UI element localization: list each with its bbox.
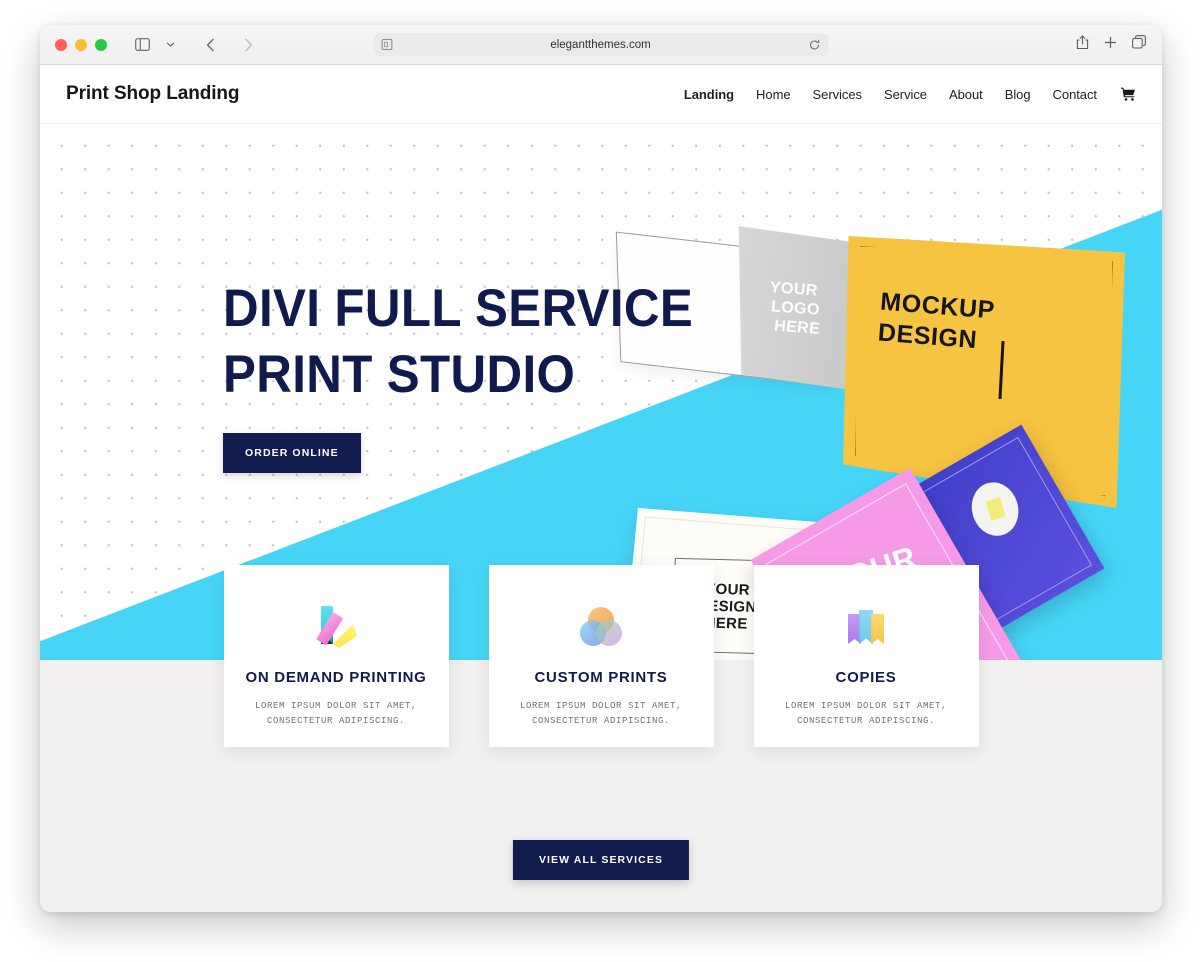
tabs-icon[interactable] bbox=[1132, 35, 1146, 54]
maximize-window-button[interactable] bbox=[95, 38, 107, 51]
sidebar-icon[interactable] bbox=[129, 33, 155, 57]
nav-item-services[interactable]: Services bbox=[813, 87, 863, 102]
plus-icon[interactable] bbox=[1104, 36, 1117, 54]
nav-item-home[interactable]: Home bbox=[756, 87, 791, 102]
page-title: DIVI FULL SERVICE PRINT STUDIO bbox=[223, 279, 694, 404]
address-bar[interactable]: elegantthemes.com bbox=[373, 33, 829, 56]
share-icon[interactable] bbox=[1076, 34, 1089, 55]
nav-item-about[interactable]: About bbox=[949, 87, 983, 102]
yellow-card-label: MOCKUP DESIGN bbox=[876, 287, 996, 355]
url-text: elegantthemes.com bbox=[550, 38, 651, 51]
reader-icon bbox=[381, 39, 393, 50]
service-card-on-demand-printing[interactable]: ON DEMAND PRINTING LOREM IPSUM DOLOR SIT… bbox=[223, 565, 449, 747]
traffic-lights bbox=[55, 38, 107, 51]
nav-item-service[interactable]: Service bbox=[884, 87, 927, 102]
website-viewport: Print Shop Landing Landing Home Services… bbox=[40, 65, 1162, 912]
nav-item-contact[interactable]: Contact bbox=[1053, 87, 1098, 102]
toolbar-actions bbox=[1076, 34, 1146, 55]
overlapping-circles-icon bbox=[576, 599, 626, 655]
grey-card-label: YOUR LOGO HERE bbox=[768, 278, 821, 338]
services-section: ON DEMAND PRINTING LOREM IPSUM DOLOR SIT… bbox=[40, 565, 1162, 912]
nav-item-blog[interactable]: Blog bbox=[1005, 87, 1031, 102]
minimize-window-button[interactable] bbox=[75, 38, 87, 51]
browser-toolbar: elegantthemes.com bbox=[40, 25, 1162, 65]
hero-content: DIVI FULL SERVICE PRINT STUDIO ORDER ONL… bbox=[223, 276, 729, 473]
service-title: COPIES bbox=[835, 669, 897, 686]
service-card-copies[interactable]: COPIES LOREM IPSUM DOLOR SIT AMET, CONSE… bbox=[753, 565, 979, 747]
main-navigation: Landing Home Services Service About Blog… bbox=[684, 87, 1136, 102]
service-description: LOREM IPSUM DOLOR SIT AMET, CONSECTETUR … bbox=[254, 701, 418, 726]
service-cards-row: ON DEMAND PRINTING LOREM IPSUM DOLOR SIT… bbox=[40, 565, 1162, 747]
service-description: LOREM IPSUM DOLOR SIT AMET, CONSECTETUR … bbox=[784, 701, 948, 726]
service-description: LOREM IPSUM DOLOR SIT AMET, CONSECTETUR … bbox=[519, 701, 683, 726]
color-swatch-icon bbox=[309, 599, 363, 655]
grey-mockup-card: YOUR LOGO HERE bbox=[738, 226, 852, 390]
site-header: Print Shop Landing Landing Home Services… bbox=[40, 65, 1162, 124]
service-title: ON DEMAND PRINTING bbox=[245, 669, 427, 686]
chevron-down-icon[interactable] bbox=[157, 33, 183, 57]
back-arrow-icon[interactable] bbox=[197, 33, 223, 57]
shopping-cart-icon[interactable] bbox=[1121, 87, 1136, 101]
site-logo[interactable]: Print Shop Landing bbox=[66, 83, 240, 105]
order-online-button[interactable]: ORDER ONLINE bbox=[223, 433, 361, 473]
nav-item-landing[interactable]: Landing bbox=[684, 87, 734, 102]
service-title: CUSTOM PRINTS bbox=[534, 669, 668, 686]
view-all-services-button[interactable]: VIEW ALL SERVICES bbox=[512, 840, 690, 880]
stacked-pages-icon bbox=[840, 599, 892, 655]
browser-window: elegantthemes.com Print Shop Landing Lan… bbox=[40, 25, 1162, 912]
navigation-controls bbox=[129, 33, 261, 57]
forward-arrow-icon[interactable] bbox=[235, 33, 261, 57]
reload-icon[interactable] bbox=[809, 39, 821, 51]
service-card-custom-prints[interactable]: CUSTOM PRINTS LOREM IPSUM DOLOR SIT AMET… bbox=[488, 565, 714, 747]
close-window-button[interactable] bbox=[55, 38, 67, 51]
